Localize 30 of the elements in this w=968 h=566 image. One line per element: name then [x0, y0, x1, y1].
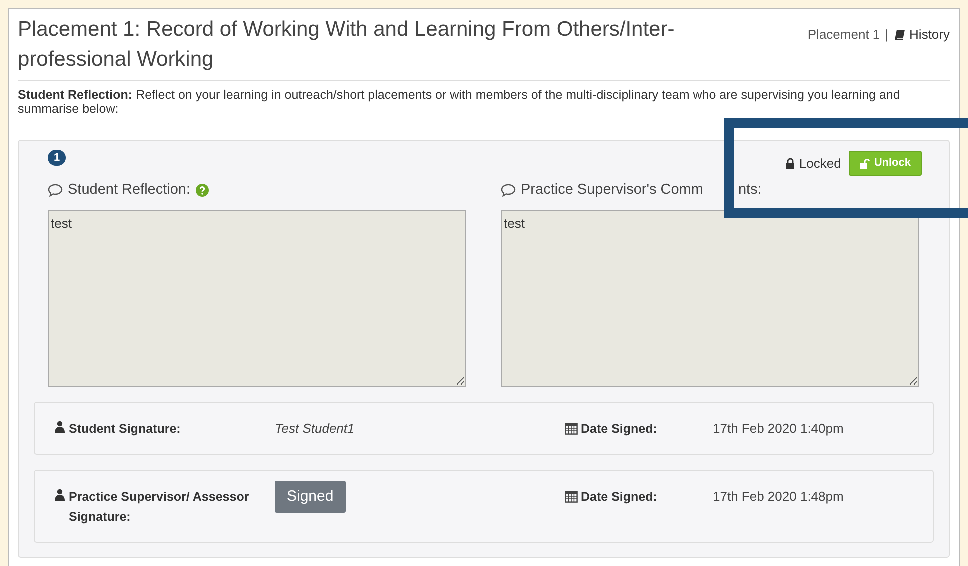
lock-icon [786, 158, 796, 169]
date-signed: 17th Feb 2020 1:40pm [713, 420, 844, 438]
signed-badge: Signed [275, 480, 346, 513]
comment-icon [48, 184, 63, 198]
entry-number: 1 [48, 150, 66, 166]
date-signed: 17th Feb 2020 1:48pm [713, 488, 844, 506]
instruction-text: Student Reflection: Reflect on your learning in outreach/short placements or with members of the multi-disciplinary team who are supervising you learning and summarise below: [18, 88, 902, 116]
help-icon[interactable] [196, 184, 209, 198]
signature-label: Student Signature: [69, 420, 182, 438]
comment-field[interactable]: test [501, 210, 919, 387]
book-icon [894, 28, 906, 41]
user-icon [55, 488, 65, 501]
comment-icon [501, 184, 516, 198]
separator: | [885, 26, 889, 44]
user-icon [55, 420, 65, 433]
signature-name: Test Student1 [275, 420, 355, 436]
calendar-icon [565, 422, 578, 436]
field-label: nts: [738, 181, 762, 200]
date-label: Date Signed: [581, 488, 658, 506]
date-label: Date Signed: [581, 420, 658, 438]
lock-status: Locked [786, 154, 842, 174]
comment-field[interactable]: test [48, 210, 466, 387]
breadcrumb: Placement 1 [808, 26, 880, 44]
signature-label: Practice Supervisor/ Assessor Signature: [69, 488, 250, 526]
page-title: Placement 1: Record of Working With and Learning From Others/Inter-professional Working [18, 17, 676, 73]
calendar-icon [565, 490, 578, 504]
field-label: Student Reflection: [68, 181, 191, 200]
history-link[interactable]: History [894, 25, 950, 44]
unlock-icon [860, 158, 870, 168]
field-label: Practice Supervisor's Comm [521, 181, 704, 200]
